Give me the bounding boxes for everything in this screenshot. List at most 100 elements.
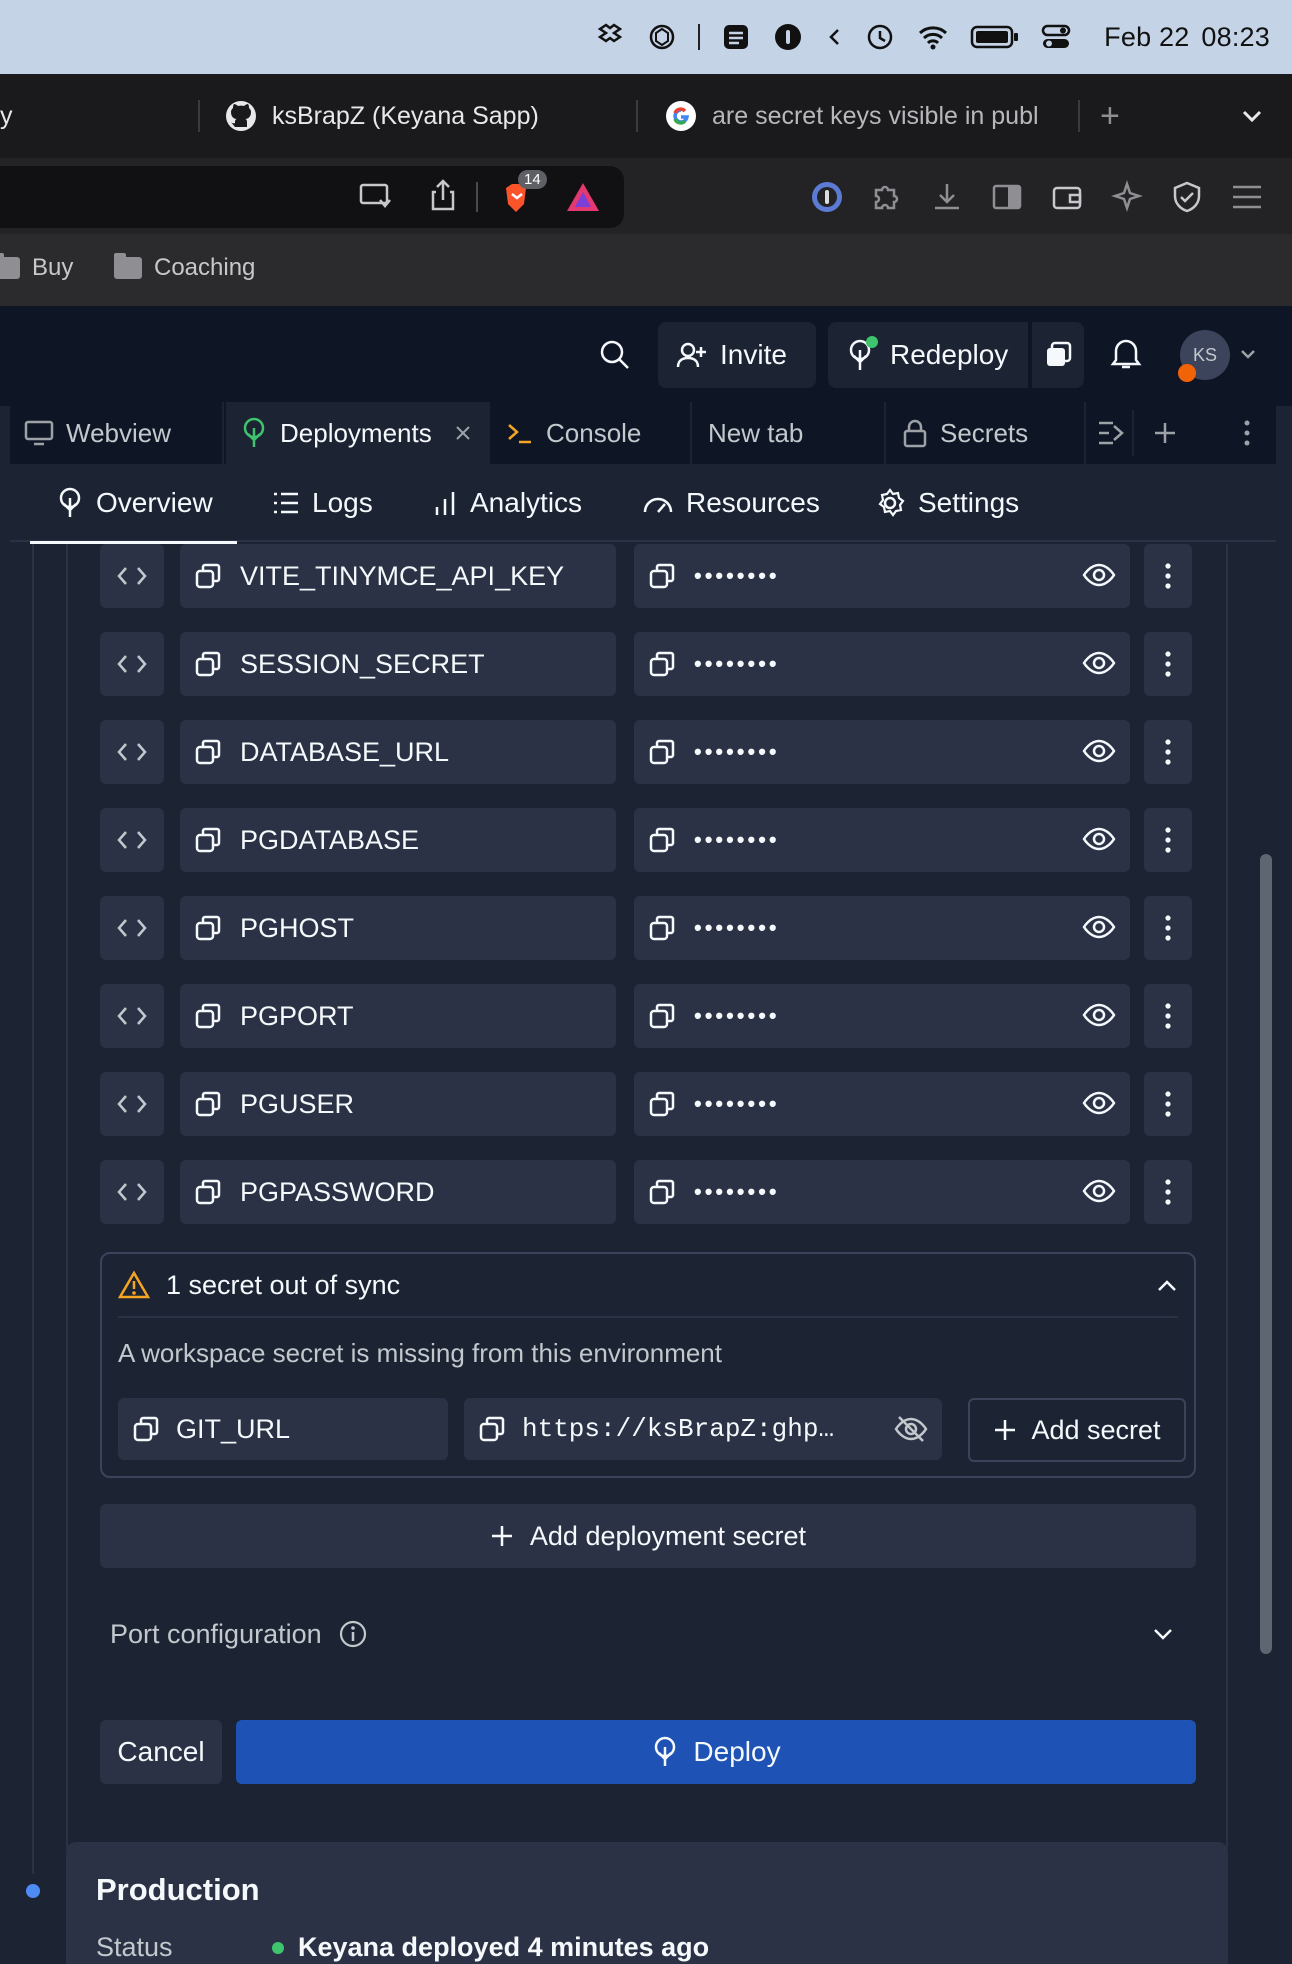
tab-console[interactable]: Console (492, 402, 692, 464)
chatgpt-icon[interactable] (646, 21, 678, 53)
bookmark-folder-coaching[interactable]: Coaching (114, 253, 255, 282)
copy-icon[interactable] (648, 562, 676, 590)
battery-icon[interactable] (970, 23, 1020, 51)
close-icon[interactable] (454, 424, 472, 442)
chevron-down-icon[interactable] (1238, 344, 1258, 364)
time-machine-icon[interactable] (864, 21, 896, 53)
redeploy-button[interactable]: Redeploy (828, 322, 1028, 388)
info-icon[interactable] (338, 1619, 368, 1649)
copy-icon[interactable] (194, 1002, 222, 1030)
brave-rewards-icon[interactable] (564, 180, 602, 214)
wallet-icon[interactable] (1050, 180, 1084, 214)
control-center-icon[interactable] (1040, 21, 1072, 53)
code-view-button[interactable] (100, 808, 164, 872)
subtab-overview[interactable]: Overview (30, 464, 237, 544)
sync-key-field[interactable]: GIT_URL (118, 1398, 448, 1460)
cancel-button[interactable]: Cancel (100, 1720, 222, 1784)
eye-icon[interactable] (1082, 736, 1116, 766)
tab-webview[interactable]: Webview (10, 402, 224, 464)
secret-key-field[interactable]: PGPORT (180, 984, 616, 1048)
copy-icon[interactable] (194, 1178, 222, 1206)
copy-icon[interactable] (648, 1002, 676, 1030)
search-icon[interactable] (598, 338, 632, 372)
secret-more-button[interactable] (1144, 984, 1192, 1048)
secret-value-field[interactable]: •••••••• (634, 544, 1130, 608)
secret-key-field[interactable]: SESSION_SECRET (180, 632, 616, 696)
sidebar-icon[interactable] (990, 180, 1024, 214)
menu-hamburger-icon[interactable] (1230, 182, 1264, 212)
tab-new-tab[interactable]: New tab (694, 402, 886, 464)
1password-icon[interactable] (772, 21, 804, 53)
out-of-sync-header[interactable]: 1 secret out of sync (118, 1254, 1178, 1318)
copy-icon[interactable] (478, 1415, 506, 1443)
eye-icon[interactable] (1082, 648, 1116, 678)
copy-icon[interactable] (194, 826, 222, 854)
vpn-shield-icon[interactable] (1170, 180, 1204, 214)
bell-icon[interactable] (1110, 336, 1142, 372)
secret-key-field[interactable]: PGHOST (180, 896, 616, 960)
new-tab-button[interactable]: + (1100, 74, 1130, 158)
copy-icon[interactable] (648, 738, 676, 766)
secret-value-field[interactable]: •••••••• (634, 720, 1130, 784)
tab-overflow-icon[interactable] (1096, 418, 1126, 448)
extensions-icon[interactable] (868, 180, 902, 214)
copy-icon[interactable] (194, 738, 222, 766)
secret-value-field[interactable]: •••••••• (634, 808, 1130, 872)
port-configuration-toggle[interactable]: Port configuration (110, 1604, 1186, 1664)
notes-app-icon[interactable] (720, 21, 752, 53)
secret-value-field[interactable]: •••••••• (634, 632, 1130, 696)
browser-tab-partial[interactable]: y (0, 74, 20, 158)
copy-icon[interactable] (132, 1415, 160, 1443)
secret-more-button[interactable] (1144, 1072, 1192, 1136)
eye-off-icon[interactable] (894, 1414, 928, 1444)
eye-icon[interactable] (1082, 1176, 1116, 1206)
menubar-clock[interactable]: Feb 22 08:23 (1104, 22, 1270, 53)
copy-icon[interactable] (194, 914, 222, 942)
copy-icon[interactable] (194, 562, 222, 590)
chevron-left-icon[interactable] (824, 21, 844, 53)
secret-key-field[interactable]: VITE_TINYMCE_API_KEY (180, 544, 616, 608)
code-view-button[interactable] (100, 1072, 164, 1136)
secret-value-field[interactable]: •••••••• (634, 984, 1130, 1048)
leo-ai-icon[interactable] (1110, 180, 1144, 214)
secret-more-button[interactable] (1144, 808, 1192, 872)
address-bar[interactable]: 14 (0, 166, 624, 228)
scrollbar-thumb[interactable] (1260, 854, 1272, 1654)
invite-button[interactable]: Invite (658, 322, 816, 388)
tab-secrets[interactable]: Secrets (888, 402, 1086, 464)
secret-more-button[interactable] (1144, 896, 1192, 960)
secret-value-field[interactable]: •••••••• (634, 1160, 1130, 1224)
download-icon[interactable] (930, 180, 964, 214)
secret-more-button[interactable] (1144, 720, 1192, 784)
redeploy-options-button[interactable] (1032, 322, 1084, 388)
eye-icon[interactable] (1082, 560, 1116, 590)
chevron-up-icon[interactable] (1156, 1276, 1178, 1296)
wifi-icon[interactable] (916, 21, 950, 53)
more-vertical-icon[interactable] (1242, 418, 1252, 448)
secret-more-button[interactable] (1144, 544, 1192, 608)
code-view-button[interactable] (100, 720, 164, 784)
copy-icon[interactable] (648, 1178, 676, 1206)
secret-value-field[interactable]: •••••••• (634, 896, 1130, 960)
share-icon[interactable] (428, 178, 458, 212)
cast-icon[interactable] (358, 180, 394, 212)
secret-key-field[interactable]: PGPASSWORD (180, 1160, 616, 1224)
eye-icon[interactable] (1082, 912, 1116, 942)
bitwarden-icon[interactable] (810, 180, 844, 214)
secret-more-button[interactable] (1144, 1160, 1192, 1224)
sync-value-field[interactable]: https://ksBrapZ:ghp… (464, 1398, 942, 1460)
secret-more-button[interactable] (1144, 632, 1192, 696)
secret-key-field[interactable]: PGUSER (180, 1072, 616, 1136)
tab-deployments[interactable]: Deployments (226, 402, 490, 464)
eye-icon[interactable] (1082, 1088, 1116, 1118)
subtab-analytics[interactable]: Analytics (432, 464, 582, 542)
add-tab-icon[interactable] (1150, 418, 1180, 448)
browser-tab-github[interactable]: ksBrapZ (Keyana Sapp) (224, 74, 614, 158)
code-view-button[interactable] (100, 544, 164, 608)
secret-value-field[interactable]: •••••••• (634, 1072, 1130, 1136)
copy-icon[interactable] (648, 826, 676, 854)
code-view-button[interactable] (100, 1160, 164, 1224)
chevron-down-icon[interactable] (1152, 1624, 1174, 1644)
copy-icon[interactable] (648, 914, 676, 942)
dropbox-icon[interactable] (594, 21, 626, 53)
